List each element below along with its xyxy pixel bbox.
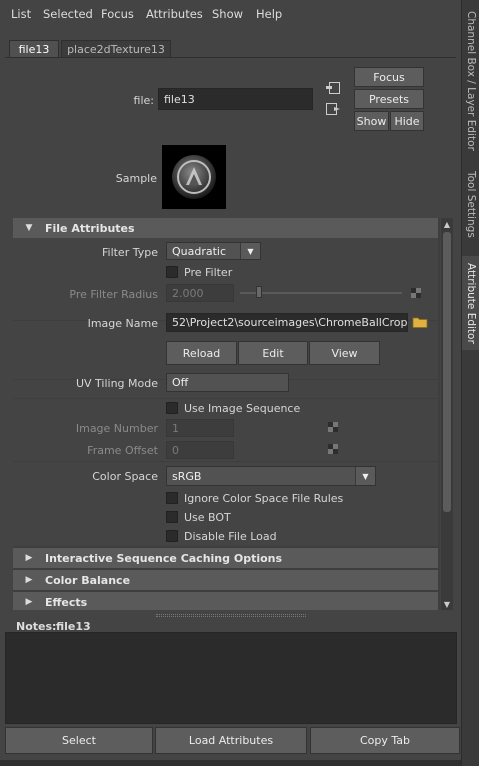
tab-channel-box-label: Channel Box / Layer Editor bbox=[465, 11, 477, 151]
attribute-scrollbar[interactable]: ▲ ▼ bbox=[441, 218, 453, 610]
disable-file-load-label: Disable File Load bbox=[184, 530, 277, 543]
copy-tab-button[interactable]: Copy Tab bbox=[310, 727, 460, 754]
load-attributes-button[interactable]: Load Attributes bbox=[155, 727, 307, 754]
folder-icon[interactable] bbox=[412, 315, 428, 329]
footer-strip bbox=[0, 760, 461, 766]
sample-swatch bbox=[162, 145, 226, 209]
menu-show[interactable]: Show bbox=[212, 7, 243, 21]
chrome-ball-image bbox=[162, 145, 226, 209]
filter-type-label: Filter Type bbox=[101, 246, 158, 259]
chevron-down-icon: ▼ bbox=[240, 243, 260, 259]
menu-attributes[interactable]: Attributes bbox=[146, 7, 203, 21]
menu-bar: List Selected Focus Attributes Show Help bbox=[0, 0, 461, 28]
map-checker-icon[interactable] bbox=[328, 444, 338, 454]
map-checker-icon[interactable] bbox=[328, 422, 338, 432]
frame-offset-label: Frame Offset bbox=[87, 444, 158, 457]
node-name-label: file: bbox=[133, 94, 154, 107]
expand-triangle-down-icon: ▼ bbox=[25, 223, 33, 233]
image-name-field[interactable]: 52\Project2\sourceimages\ChromeBallCrop.… bbox=[166, 313, 408, 332]
tab-divider bbox=[5, 57, 456, 58]
sample-label: Sample bbox=[115, 172, 157, 185]
presets-button[interactable]: Presets bbox=[354, 89, 424, 109]
pre-filter-radius-label: Pre Filter Radius bbox=[69, 288, 158, 301]
section-effects-title: Effects bbox=[45, 595, 88, 609]
show-button[interactable]: Show bbox=[354, 111, 389, 131]
ignore-color-space-rules-label: Ignore Color Space File Rules bbox=[184, 492, 344, 505]
map-checker-icon[interactable] bbox=[411, 288, 421, 298]
section-color-balance-title: Color Balance bbox=[45, 573, 131, 587]
reload-button[interactable]: Reload bbox=[166, 341, 237, 365]
menu-help[interactable]: Help bbox=[256, 7, 282, 21]
expand-triangle-right-icon: ▶ bbox=[25, 597, 33, 607]
image-number-field[interactable]: 1 bbox=[166, 419, 234, 437]
disable-file-load-checkbox[interactable] bbox=[166, 530, 178, 542]
select-button[interactable]: Select bbox=[5, 727, 153, 754]
pre-filter-label: Pre Filter bbox=[184, 266, 233, 279]
input-connections-icon[interactable] bbox=[325, 81, 341, 95]
image-name-label: Image Name bbox=[87, 317, 158, 330]
scroll-down-arrow-icon[interactable]: ▼ bbox=[441, 598, 453, 610]
tab-place2dtexture13[interactable]: place2dTexture13 bbox=[61, 40, 171, 58]
expand-triangle-right-icon: ▶ bbox=[25, 575, 33, 585]
menu-list[interactable]: List bbox=[11, 7, 31, 21]
node-name-field[interactable]: file13 bbox=[158, 88, 313, 110]
color-space-label: Color Space bbox=[92, 470, 158, 483]
focus-button[interactable]: Focus bbox=[354, 67, 424, 87]
scroll-up-arrow-icon[interactable]: ▲ bbox=[441, 218, 453, 230]
filter-type-value: Quadratic bbox=[172, 244, 227, 258]
tab-file13[interactable]: file13 bbox=[9, 40, 59, 58]
color-space-dropdown[interactable]: sRGB ▼ bbox=[166, 466, 376, 486]
hide-button[interactable]: Hide bbox=[390, 111, 424, 131]
edit-button[interactable]: Edit bbox=[238, 341, 308, 365]
filter-type-dropdown[interactable]: Quadratic ▼ bbox=[166, 242, 261, 260]
output-connections-icon[interactable] bbox=[325, 102, 341, 116]
attribute-panel: ▼ File Attributes Filter Type Quadratic … bbox=[13, 218, 440, 610]
frame-offset-field[interactable]: 0 bbox=[166, 441, 234, 459]
use-bot-label: Use BOT bbox=[184, 511, 231, 524]
menu-focus[interactable]: Focus bbox=[101, 7, 134, 21]
section-color-balance[interactable]: ▶ Color Balance bbox=[13, 570, 438, 590]
view-button[interactable]: View bbox=[309, 341, 380, 365]
uv-tiling-mode-label: UV Tiling Mode bbox=[75, 377, 158, 390]
tab-attribute-editor-label: Attribute Editor bbox=[465, 262, 477, 344]
color-space-value: sRGB bbox=[172, 469, 202, 483]
section-interactive-sequence-caching-title: Interactive Sequence Caching Options bbox=[45, 551, 283, 565]
tab-attribute-editor[interactable]: Attribute Editor bbox=[462, 256, 479, 350]
use-bot-checkbox[interactable] bbox=[166, 511, 178, 523]
uv-tiling-mode-dropdown[interactable]: Off bbox=[166, 373, 289, 392]
section-interactive-sequence-caching[interactable]: ▶ Interactive Sequence Caching Options bbox=[13, 548, 438, 568]
pre-filter-radius-field[interactable]: 2.000 bbox=[166, 284, 234, 302]
scroll-thumb[interactable] bbox=[443, 232, 451, 512]
use-image-sequence-checkbox[interactable] bbox=[166, 402, 178, 414]
pre-filter-checkbox[interactable] bbox=[166, 266, 178, 278]
tab-tool-settings[interactable]: Tool Settings bbox=[462, 164, 479, 244]
section-file-attributes-title: File Attributes bbox=[45, 221, 135, 235]
use-image-sequence-label: Use Image Sequence bbox=[184, 402, 301, 415]
notes-textarea[interactable] bbox=[5, 632, 457, 724]
section-effects[interactable]: ▶ Effects bbox=[13, 592, 438, 610]
expand-triangle-right-icon: ▶ bbox=[25, 553, 33, 563]
tab-channel-box[interactable]: Channel Box / Layer Editor bbox=[462, 6, 479, 156]
pre-filter-radius-slider-handle[interactable] bbox=[256, 286, 262, 298]
side-tab-strip: Channel Box / Layer Editor Tool Settings… bbox=[461, 0, 479, 766]
ignore-color-space-rules-checkbox[interactable] bbox=[166, 492, 178, 504]
pre-filter-radius-slider[interactable] bbox=[240, 292, 402, 294]
notes-splitter-handle[interactable] bbox=[156, 614, 306, 617]
chevron-down-icon: ▼ bbox=[355, 467, 375, 485]
section-file-attributes[interactable]: ▼ File Attributes bbox=[13, 218, 438, 238]
tab-tool-settings-label: Tool Settings bbox=[465, 170, 477, 238]
menu-selected[interactable]: Selected bbox=[43, 7, 93, 21]
uv-tiling-mode-value: Off bbox=[172, 376, 189, 389]
image-number-label: Image Number bbox=[75, 422, 158, 435]
